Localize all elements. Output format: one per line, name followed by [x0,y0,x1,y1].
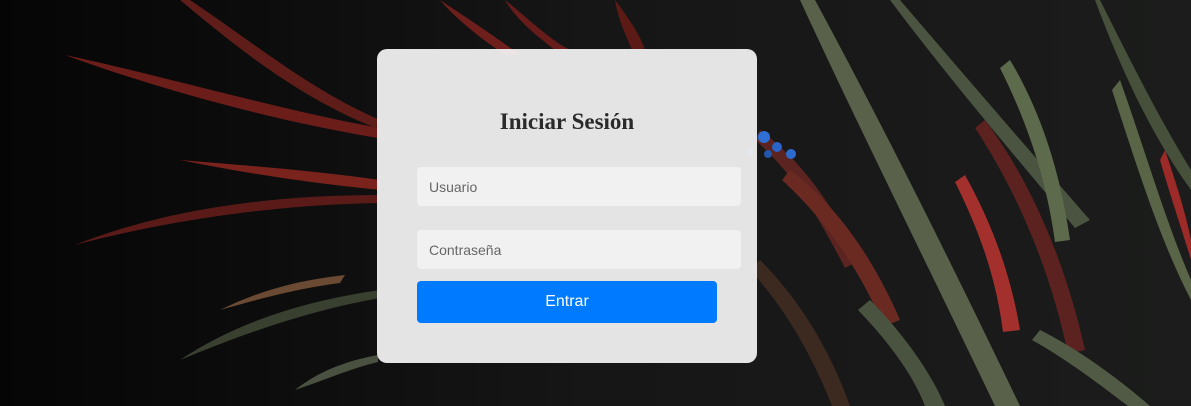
password-input[interactable] [417,230,741,269]
username-input[interactable] [417,167,741,206]
login-card: Iniciar Sesión Entrar [377,49,757,363]
login-submit-button[interactable]: Entrar [417,281,717,323]
login-title: Iniciar Sesión [499,109,635,134]
